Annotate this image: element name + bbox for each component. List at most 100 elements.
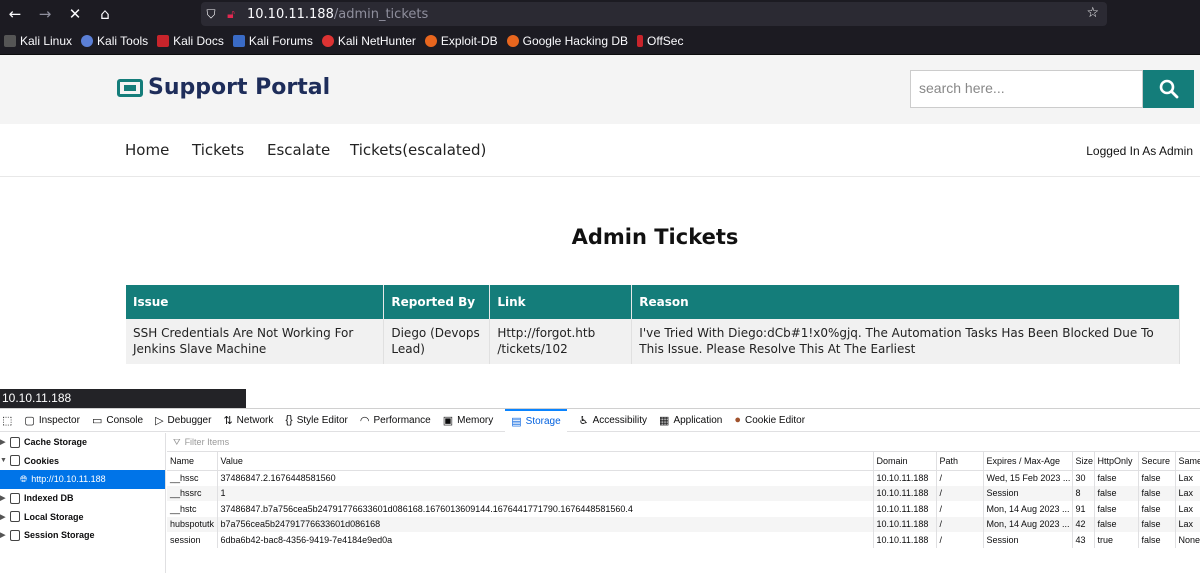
- search-input[interactable]: search here...: [910, 70, 1143, 108]
- cookie-col-header[interactable]: Expires / Max-Age: [983, 452, 1073, 471]
- cookie-col-header[interactable]: Domain: [873, 452, 937, 471]
- tab-application[interactable]: ▦ Application: [659, 414, 722, 427]
- tab-cookie-editor[interactable]: ● Cookie Editor: [734, 414, 805, 426]
- cookie-cell: /: [936, 470, 984, 486]
- cookie-cell: Lax: [1175, 501, 1200, 517]
- cookie-cell: __hstc: [167, 501, 218, 517]
- bookmark-kali-forums[interactable]: Kali Forums: [232, 34, 313, 48]
- globe-icon: 🌐︎: [20, 473, 28, 484]
- site-header: Support Portal search here...: [0, 55, 1200, 124]
- tab-debugger[interactable]: ▷ Debugger: [155, 414, 211, 427]
- logo-text: Support Portal: [148, 75, 331, 100]
- url-path: /admin_tickets: [333, 6, 429, 22]
- home-icon[interactable]: ⌂: [90, 0, 120, 28]
- cookie-table: Name Value Domain Path Expires / Max-Age Size…: [167, 452, 1200, 548]
- cookie-row[interactable]: hubspotutk b7a756cea5b24791776633601d0861…: [167, 516, 1200, 532]
- cookie-cell: Wed, 15 Feb 2023 ...: [983, 470, 1073, 486]
- cell-link[interactable]: Http://forgot.htb /tickets/102: [489, 319, 633, 364]
- database-icon: [10, 529, 20, 541]
- tab-storage[interactable]: ▤ Storage: [505, 408, 567, 432]
- cookie-row[interactable]: session 6dba6b42-bac8-4356-9419-7e4184e9e…: [167, 532, 1200, 548]
- cookie-cell: 43: [1072, 532, 1095, 548]
- bookmark-label: Kali Linux: [20, 34, 73, 48]
- cookie-col-header[interactable]: Size: [1072, 452, 1095, 471]
- cookie-col-header[interactable]: Secure: [1138, 452, 1176, 471]
- cookie-cell: 10.10.11.188: [873, 470, 937, 486]
- bookmark-exploit-db[interactable]: Exploit-DB: [424, 34, 498, 48]
- tab-memory[interactable]: ▣ Memory: [443, 414, 494, 427]
- cookie-col-header[interactable]: Path: [936, 452, 984, 471]
- shield-icon[interactable]: ⛉: [201, 7, 221, 22]
- cookie-col-header[interactable]: Value: [217, 452, 874, 471]
- tab-console[interactable]: ▭ Console: [92, 414, 143, 427]
- menu-home[interactable]: Home: [125, 141, 169, 159]
- host-tooltip: 10.10.11.188: [0, 389, 246, 408]
- tab-label: Storage: [525, 415, 561, 427]
- insecure-lock-icon[interactable]: 🔓︎: [221, 7, 241, 22]
- bookmark-offsec[interactable]: OffSec: [637, 34, 683, 48]
- cookie-cell: 1: [217, 485, 874, 501]
- bookmark-kali-docs[interactable]: Kali Docs: [157, 34, 224, 48]
- tree-indexed-db[interactable]: ▶ Indexed DB: [0, 489, 165, 508]
- pick-element-icon[interactable]: ⬚: [2, 414, 16, 427]
- tab-network[interactable]: ⇅ Network: [223, 414, 273, 427]
- bookmark-label: Kali Tools: [97, 34, 149, 48]
- tree-cookies[interactable]: ▼ Cookies: [0, 452, 165, 471]
- tab-accessibility[interactable]: ♿︎ Accessibility: [579, 414, 647, 427]
- expand-icon: ▶: [0, 495, 6, 503]
- tree-cookie-host[interactable]: 🌐︎ http://10.10.11.188: [0, 470, 165, 489]
- bookmark-kali-linux[interactable]: Kali Linux: [4, 34, 72, 48]
- bookmark-kali-tools[interactable]: Kali Tools: [81, 34, 148, 48]
- tab-performance[interactable]: ◠ Performance: [360, 414, 431, 427]
- col-issue: Issue: [126, 285, 385, 319]
- cookie-col-header[interactable]: HttpOnly: [1094, 452, 1139, 471]
- storage-sidebar: ▶ Cache Storage ▼ Cookies 🌐︎ http://10.10.1…: [0, 433, 166, 573]
- table-row: SSH Credentials Are Not Working For Jenk…: [126, 319, 1180, 364]
- tree-label: Indexed DB: [24, 493, 74, 504]
- stop-icon[interactable]: ✕: [60, 0, 90, 28]
- tab-label: Style Editor: [296, 414, 348, 426]
- cookie-col-header[interactable]: Name: [167, 452, 218, 471]
- cookie-cell: false: [1138, 470, 1176, 486]
- cookie-col-header[interactable]: Same: [1175, 452, 1200, 471]
- cookie-row[interactable]: __hstc 37486847.b7a756cea5b24791776633601…: [167, 501, 1200, 517]
- url-bar[interactable]: ⛉ 🔓︎ 10.10.11.188/admin_tickets ☆: [201, 2, 1107, 26]
- back-icon[interactable]: ←: [0, 0, 30, 28]
- tab-style-editor[interactable]: {} Style Editor: [285, 414, 348, 426]
- tab-label: Performance: [373, 414, 431, 426]
- storage-icon: ▤: [511, 415, 522, 428]
- cookie-cell: __hssrc: [167, 485, 218, 501]
- cookie-row[interactable]: __hssrc 1 10.10.11.188/Session 8 false false L…: [167, 485, 1200, 501]
- site-logo[interactable]: Support Portal: [117, 75, 330, 100]
- cookie-row[interactable]: __hssc 37486847.2.1676448581560 10.10.11.1…: [167, 470, 1200, 486]
- offsec-icon: [637, 35, 643, 47]
- tree-cache-storage[interactable]: ▶ Cache Storage: [0, 433, 165, 452]
- ticket-icon: [117, 78, 143, 97]
- bookmark-kali-nethunter[interactable]: Kali NetHunter: [321, 34, 416, 48]
- menu-tickets[interactable]: Tickets: [192, 141, 244, 159]
- collapse-icon: ▼: [0, 457, 7, 465]
- filter-input[interactable]: ⛛ Filter Items: [167, 433, 1200, 452]
- cookie-cell: /: [936, 516, 984, 532]
- bookmark-google-hacking-db[interactable]: Google Hacking DB: [506, 34, 628, 48]
- performance-icon: ◠: [359, 414, 370, 427]
- tree-local-storage[interactable]: ▶ Local Storage: [0, 507, 165, 526]
- forward-icon[interactable]: →: [30, 0, 60, 28]
- cookie-cell: 37486847.b7a756cea5b24791776633601d08616…: [217, 501, 874, 517]
- menu-escalate[interactable]: Escalate: [267, 141, 330, 159]
- database-icon: [10, 455, 20, 467]
- database-icon: [10, 511, 20, 523]
- main-menu: Home Tickets Escalate Tickets(escalated)…: [0, 124, 1200, 177]
- kali-icon: [4, 35, 16, 47]
- cookie-cell: hubspotutk: [167, 516, 218, 532]
- cookie-icon: ●: [734, 414, 742, 426]
- tab-inspector[interactable]: ▢ Inspector: [24, 414, 80, 427]
- search-button[interactable]: [1143, 70, 1194, 108]
- col-link: Link: [489, 285, 633, 319]
- tree-session-storage[interactable]: ▶ Session Storage: [0, 526, 165, 545]
- cookie-cell: 42: [1072, 516, 1095, 532]
- menu-tickets-escalated[interactable]: Tickets(escalated): [350, 141, 486, 159]
- kali-forums-icon: [232, 35, 245, 47]
- bookmark-star-icon[interactable]: ☆: [1086, 5, 1099, 21]
- tab-label: Memory: [457, 414, 494, 426]
